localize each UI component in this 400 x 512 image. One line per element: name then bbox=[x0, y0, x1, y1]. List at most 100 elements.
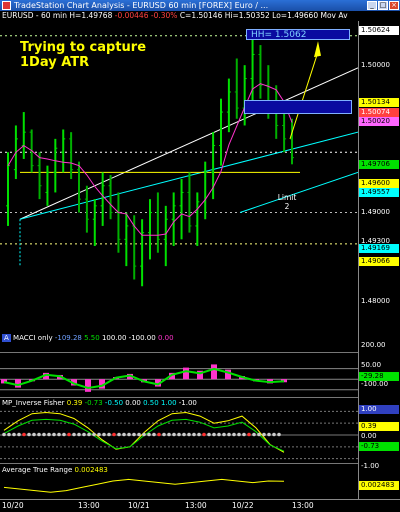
chart-info-bar: EURUSD - 60 min H=1.49768 -0.00446 -0.30… bbox=[0, 11, 400, 21]
fisher-value-4: 0.00 bbox=[125, 399, 141, 407]
channel-line bbox=[239, 171, 358, 214]
fisher-value-7: -1.00 bbox=[178, 399, 197, 407]
macci-histogram-bar bbox=[211, 364, 217, 380]
pct-change: -0.30% bbox=[150, 11, 178, 20]
fisher-zero-dot bbox=[257, 432, 261, 437]
fisher-zero-dot bbox=[107, 432, 111, 437]
macci-value-2: 5.50 bbox=[84, 334, 100, 342]
fisher-zero-dot bbox=[167, 432, 171, 437]
fisher-zero-dot bbox=[192, 432, 196, 437]
x-tick-label: 10/22 bbox=[232, 501, 254, 510]
fisher-marker: 0.39 bbox=[359, 422, 399, 431]
fisher-zero-dot bbox=[72, 432, 76, 437]
hh-label-box[interactable]: HH= 1.5062 bbox=[246, 29, 350, 40]
x-tick-label: 13:00 bbox=[292, 501, 314, 510]
fisher-zero-dot bbox=[37, 432, 41, 437]
fisher-zero-dot bbox=[172, 432, 176, 437]
fisher-zero-dot bbox=[237, 432, 241, 437]
time-axis[interactable]: 10/20 13:00 10/21 13:00 10/22 13:00 bbox=[0, 499, 400, 512]
price-axis[interactable]: 1.50000 1.49000 1.48000 1.50624 1.50134 … bbox=[358, 21, 400, 499]
fisher-zero-dot bbox=[102, 432, 106, 437]
mov-av-label: Mov Av bbox=[320, 11, 348, 20]
price-marker: 1.49066 bbox=[359, 257, 399, 266]
fisher-marker: -0.73 bbox=[359, 442, 399, 451]
fisher-zero-dot bbox=[177, 432, 181, 437]
window-titlebar: TradeStation Chart Analysis - EURUSD 60 … bbox=[0, 0, 400, 11]
close-value: C=1.50146 bbox=[179, 11, 223, 20]
fisher-zero-dot bbox=[242, 432, 246, 437]
fisher-zero-dot bbox=[132, 432, 136, 437]
fisher-zero-dot bbox=[112, 432, 116, 437]
fisher-panel-label: MP_Inverse Fisher 0.39 -0.73 -0.50 0.00 … bbox=[2, 399, 197, 408]
annotation-line-1: Trying to capture bbox=[20, 40, 147, 55]
atr-panel-label: Average True Range 0.002483 bbox=[2, 466, 108, 475]
fisher-zero-dot bbox=[187, 432, 191, 437]
macci-tick: 200.00 bbox=[361, 341, 386, 349]
close-button[interactable]: × bbox=[389, 1, 399, 10]
h-value: H=1.49768 bbox=[69, 11, 113, 20]
fisher-zero-dot bbox=[222, 432, 226, 437]
fisher-zero-dot bbox=[67, 432, 71, 437]
macci-histogram-bar bbox=[85, 379, 91, 392]
macci-value-5: 0.00 bbox=[157, 334, 174, 342]
fisher-zero-dot bbox=[277, 432, 281, 437]
fisher-zero-dot bbox=[92, 432, 96, 437]
price-marker: 1.49557 bbox=[359, 188, 399, 197]
fisher-zero-dot bbox=[122, 432, 126, 437]
price-marker: 1.50020 bbox=[359, 117, 399, 126]
price-marker: 1.49169 bbox=[359, 244, 399, 253]
limit-label: Limit bbox=[277, 193, 297, 202]
price-marker: 1.50074 bbox=[359, 108, 399, 117]
fisher-zero-dot bbox=[227, 432, 231, 437]
fisher-zero-dot bbox=[232, 432, 236, 437]
fisher-zero-dot bbox=[182, 432, 186, 437]
fisher-zero-dot bbox=[62, 432, 66, 437]
panel-divider[interactable] bbox=[0, 397, 358, 398]
panel-a-marker: A bbox=[2, 334, 11, 342]
fisher-zero-dot bbox=[152, 432, 156, 437]
fisher-zero-dot bbox=[142, 432, 146, 437]
annotation-line-2: 1Day ATR bbox=[20, 55, 90, 70]
fisher-zero-dot bbox=[157, 432, 161, 437]
fisher-zero-dot bbox=[17, 432, 21, 437]
symbol-label: EURUSD - 60 min bbox=[2, 11, 68, 20]
fisher-zero-dot bbox=[262, 432, 266, 437]
fisher-zero-dot bbox=[42, 432, 46, 437]
fisher-zero-dot bbox=[247, 432, 251, 437]
fisher-zero-dot bbox=[97, 432, 101, 437]
panel-divider[interactable] bbox=[0, 352, 358, 353]
fisher-value-3: -0.50 bbox=[104, 399, 124, 407]
x-tick-label: 10/20 bbox=[2, 501, 24, 510]
target-zone-box[interactable] bbox=[244, 100, 352, 114]
fisher-value-6: 1.00 bbox=[160, 399, 177, 407]
fisher-zero-dot bbox=[267, 432, 271, 437]
fisher-zero-dot bbox=[7, 432, 11, 437]
fisher-zero-dot bbox=[202, 432, 206, 437]
y-tick-label: 1.49000 bbox=[361, 208, 390, 216]
atr-marker: 0.002483 bbox=[359, 481, 399, 490]
fisher-value-2: -0.73 bbox=[84, 399, 103, 407]
fisher-zero-dot bbox=[137, 432, 141, 437]
change-value: -0.00446 bbox=[114, 11, 149, 20]
price-marker: 1.50624 bbox=[359, 26, 399, 35]
fisher-zero-dot bbox=[87, 432, 91, 437]
app-icon bbox=[2, 1, 11, 10]
fisher-zero-dot bbox=[2, 432, 6, 437]
low-value: Lo=1.49660 bbox=[272, 11, 319, 20]
limit-order-label[interactable]: Limit 2 bbox=[276, 193, 298, 211]
fisher-zero-dot bbox=[272, 432, 276, 437]
fisher-zero-dot bbox=[22, 432, 26, 437]
price-chart[interactable] bbox=[0, 21, 358, 499]
fisher-zero-dot bbox=[147, 432, 151, 437]
minimize-button[interactable]: _ bbox=[367, 1, 377, 10]
high-value: Hi=1.50352 bbox=[224, 11, 270, 20]
window-title: TradeStation Chart Analysis - EURUSD 60 … bbox=[14, 1, 269, 10]
macci-name: MACCI only bbox=[13, 334, 53, 342]
fisher-zero-dot bbox=[212, 432, 216, 437]
atr-line bbox=[3, 478, 285, 493]
maximize-button[interactable]: □ bbox=[378, 1, 388, 10]
panel-divider[interactable] bbox=[0, 463, 358, 464]
macci-tick: -100.00 bbox=[361, 380, 389, 388]
fisher-zero-dot bbox=[82, 432, 86, 437]
target-arrow bbox=[289, 51, 319, 140]
